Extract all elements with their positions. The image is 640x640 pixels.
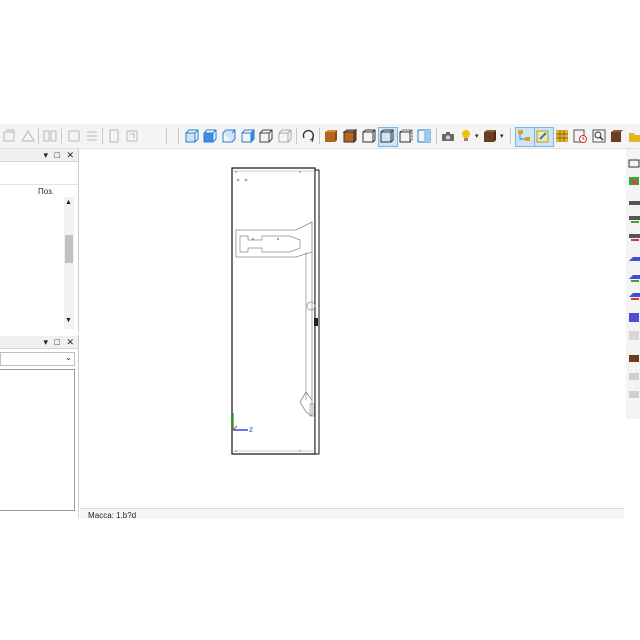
view-cube-right-icon[interactable] — [240, 128, 256, 144]
section-view-icon[interactable] — [416, 128, 432, 144]
chevron-down-icon[interactable]: ▾ — [475, 132, 479, 140]
mass-status-text: Масса: 1.b?d — [88, 511, 137, 520]
status-bar: Масса: 1.b?d — [80, 508, 624, 520]
faded-tool-icon[interactable] — [66, 128, 82, 144]
brown-boxes-icon[interactable] — [628, 351, 640, 363]
cabinet-panel-outline — [231, 167, 316, 455]
faded-boxes-icon[interactable] — [628, 387, 640, 399]
view-cube-top-icon[interactable] — [258, 128, 274, 144]
left-top-panel: ▾ □ ✕ Поз. ▲ ▼ — [0, 149, 79, 332]
panel-toolbar-area — [0, 162, 78, 185]
view-cube-front-icon[interactable] — [184, 128, 200, 144]
rotate-icon[interactable] — [300, 128, 316, 144]
frame-icon[interactable] — [628, 157, 640, 169]
blue-shelf-icon[interactable] — [628, 271, 640, 283]
right-toolbar — [626, 149, 640, 419]
wireframe-box-icon[interactable] — [361, 128, 377, 144]
panel-content-area — [0, 369, 75, 511]
scroll-down-icon[interactable]: ▼ — [65, 317, 72, 324]
faded-boxes-icon[interactable] — [628, 369, 640, 381]
vertical-scrollbar[interactable]: ▲ ▼ — [64, 197, 74, 329]
ruler-icon[interactable] — [628, 197, 640, 209]
ruler-green-icon[interactable] — [628, 213, 640, 225]
zoom-search-icon[interactable] — [591, 128, 607, 144]
panel-window-buttons[interactable]: ▾ □ ✕ — [44, 150, 77, 161]
green-box-icon[interactable] — [628, 175, 640, 187]
chevron-down-icon[interactable]: ▾ — [500, 132, 504, 140]
faded-tool-icon[interactable] — [124, 128, 140, 144]
view-cube-back-icon[interactable] — [202, 128, 218, 144]
materials-box-icon[interactable] — [482, 128, 498, 144]
cabinet-side-edge — [314, 169, 320, 455]
camera-icon[interactable] — [440, 128, 456, 144]
brown-box-icon[interactable] — [609, 128, 625, 144]
faded-tool-icon[interactable] — [84, 128, 100, 144]
scroll-up-icon[interactable]: ▲ — [65, 199, 72, 206]
faded-tool-icon[interactable] — [2, 128, 18, 144]
ruler-red-icon[interactable] — [628, 231, 640, 243]
left-top-panel-title: ▾ □ ✕ — [0, 149, 78, 162]
view-cube-left-icon[interactable] — [221, 128, 237, 144]
shaded-box-icon[interactable] — [323, 128, 339, 144]
column-header-pos[interactable]: Поз. — [38, 187, 54, 196]
faded-tool-icon[interactable] — [42, 128, 58, 144]
faded-box-icon[interactable] — [628, 329, 640, 341]
grid-settings-icon[interactable] — [554, 128, 570, 144]
tree-structure-icon[interactable] — [516, 128, 532, 144]
blue-shelf-icon[interactable] — [628, 253, 640, 265]
chevron-down-icon[interactable]: ⌄ — [65, 353, 72, 362]
3d-viewport[interactable]: z — [80, 149, 624, 509]
axis-z-label: z — [249, 425, 253, 434]
panel-window-buttons[interactable]: ▾ □ ✕ — [44, 337, 77, 348]
hidden-lines-box-icon[interactable] — [379, 128, 395, 144]
faded-tool-icon[interactable] — [106, 128, 122, 144]
panel-dropdown[interactable]: ⌄ — [0, 352, 75, 366]
clock-list-icon[interactable] — [572, 128, 588, 144]
edit-properties-icon[interactable] — [535, 128, 551, 144]
faded-tool-icon[interactable] — [20, 128, 36, 144]
view-cube-bottom-icon[interactable] — [277, 128, 293, 144]
left-bottom-panel: ▾ □ ✕ ⌄ — [0, 336, 79, 518]
scrollbar-thumb[interactable] — [65, 235, 73, 263]
purple-box-icon[interactable] — [628, 311, 640, 323]
yellow-folder-icon[interactable] — [627, 128, 640, 144]
blue-shelf-icon[interactable] — [628, 289, 640, 301]
light-bulb-icon[interactable] — [458, 128, 474, 144]
left-bottom-panel-title: ▾ □ ✕ — [0, 336, 78, 349]
thin-lines-box-icon[interactable] — [398, 128, 414, 144]
main-toolbar: ▾ ▾ — [0, 124, 640, 149]
cabinet-drawing — [231, 167, 320, 455]
shaded-edges-box-icon[interactable] — [342, 128, 358, 144]
